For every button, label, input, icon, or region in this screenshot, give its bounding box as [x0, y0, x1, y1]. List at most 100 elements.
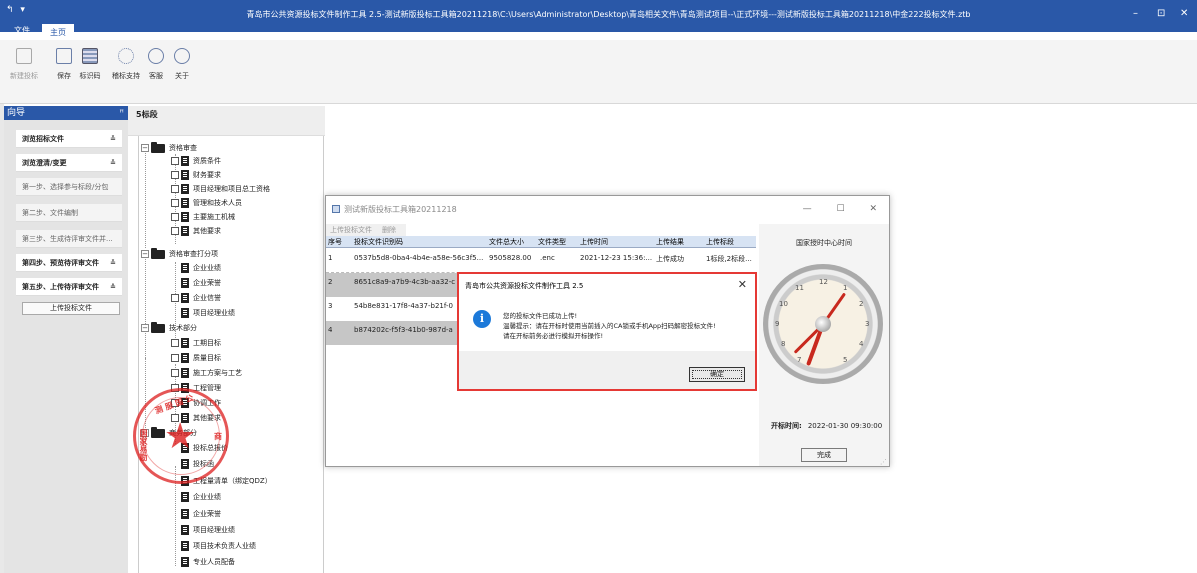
guide-panel: 向导 ꟸ 浏览招标文件 ≚ 浏览澄清/变更 ≚ 第一步、选择参与标段/分包 第二… — [4, 106, 128, 573]
tree-item-label: 专业人员配备 — [193, 558, 235, 566]
guide-item-label: 第四步、预览待评审文件 — [22, 259, 99, 267]
minimize-button[interactable]: – — [1133, 8, 1138, 19]
tree-item[interactable]: 企业荣誉 — [181, 277, 221, 290]
checkbox[interactable] — [171, 157, 179, 165]
column-header[interactable]: 上传标段 — [706, 236, 734, 248]
table-row[interactable]: 1 0537b5d8-0ba4-4b4e-a58e-56c3f5... 9505… — [326, 249, 756, 273]
guide-item-step3[interactable]: 第三步、生成待评审文件并... — [16, 230, 122, 248]
tree-item[interactable]: 质量目标 — [171, 352, 221, 365]
upload-bid-file-button[interactable]: 上传投标文件 — [22, 302, 120, 315]
delete-button[interactable]: 删除 — [372, 224, 406, 236]
tree-group-qualification[interactable]: − 资格审查 — [141, 141, 197, 155]
tree-group-technical[interactable]: − 技术部分 — [141, 321, 197, 335]
checkbox[interactable] — [171, 339, 179, 347]
checkbox[interactable] — [171, 354, 179, 362]
window-title: 青岛市公共资源投标文件制作工具 2.5-测试新版投标工具箱20211218\C:… — [246, 10, 971, 19]
checkbox[interactable] — [171, 227, 179, 235]
message-body: i 您的投标文件已成功上传! 温馨提示：请在开标时使用当前插入的CA锁或手机Ap… — [459, 296, 755, 351]
tree-group-scoring[interactable]: − 资格审查打分项 — [141, 247, 218, 261]
guide-item-step4[interactable]: 第四步、预览待评审文件 ≚ — [16, 254, 122, 272]
about-label: 关于 — [175, 72, 189, 80]
cell-no: 4 — [328, 326, 333, 334]
save-icon — [56, 48, 72, 64]
message-line: 温馨提示：请在开标时使用当前插入的CA锁或手机App扫码解密投标文件! — [503, 322, 716, 330]
guide-item-step5[interactable]: 第五步、上传待评审文件 ≙ — [16, 278, 122, 296]
grid-header: 序号 投标文件识别码 文件总大小 文件类型 上传时间 上传结果 上传标段 — [326, 236, 756, 248]
done-button[interactable]: 完成 — [801, 448, 847, 462]
tree-item[interactable]: 企业业绩 — [181, 491, 221, 504]
column-header[interactable]: 上传时间 — [580, 236, 608, 248]
tab-file[interactable]: 文件 — [6, 22, 38, 40]
document-icon — [181, 263, 189, 273]
column-header[interactable]: 投标文件识别码 — [354, 236, 403, 248]
clock-number: 7 — [797, 356, 802, 364]
tree-item[interactable]: 项目经理业绩 — [181, 524, 235, 537]
collapse-toggle[interactable]: − — [141, 144, 149, 152]
bulb-icon — [118, 48, 134, 64]
column-header[interactable]: 上传结果 — [656, 236, 684, 248]
guide-item-step2[interactable]: 第二步、文件编制 — [16, 204, 122, 222]
tree-item[interactable]: 财务要求 — [171, 169, 221, 182]
document-icon — [181, 212, 189, 222]
info-icon — [174, 48, 190, 64]
document-icon — [181, 368, 189, 378]
tree-item[interactable]: 其他要求 — [171, 225, 221, 238]
close-button[interactable]: ✕ — [869, 204, 877, 214]
time-panel: 国家授时中心时间 12 1 2 3 4 5 7 8 9 10 11 开标时间: 2… — [759, 224, 889, 466]
guide-item-view-clarification[interactable]: 浏览澄清/变更 ≚ — [16, 154, 122, 172]
close-icon[interactable]: ✕ — [738, 278, 747, 291]
tree-item[interactable]: 项目经理和项目总工资格 — [171, 183, 270, 196]
id-code-button[interactable]: 标识码 — [72, 48, 108, 81]
upload-window-title: 测试新版投标工具箱20211218 — [344, 205, 457, 214]
checkbox[interactable] — [171, 185, 179, 193]
guide-item-step1[interactable]: 第一步、选择参与标段/分包 — [16, 178, 122, 196]
tree-item[interactable]: 项目经理业绩 — [181, 307, 235, 320]
tree-item[interactable]: 企业业绩 — [181, 262, 221, 275]
guide-item-label: 第三步、生成待评审文件并... — [22, 235, 113, 243]
document-icon — [181, 338, 189, 348]
collapse-toggle[interactable]: − — [141, 250, 149, 258]
checkbox[interactable] — [171, 369, 179, 377]
cell-sections: 1标段,2标段... — [706, 255, 752, 263]
tree-item[interactable]: 企业荣誉 — [181, 508, 221, 521]
document-icon — [181, 492, 189, 502]
tab-home[interactable]: 主页 — [42, 22, 74, 40]
maximize-button[interactable]: ⊡ — [1157, 8, 1165, 19]
column-header[interactable]: 序号 — [328, 236, 342, 248]
tree-item[interactable]: 资质条件 — [171, 155, 221, 168]
column-header[interactable]: 文件类型 — [538, 236, 566, 248]
guide-item-view-tender[interactable]: 浏览招标文件 ≚ — [16, 130, 122, 148]
checkbox[interactable] — [171, 199, 179, 207]
checkbox[interactable] — [171, 294, 179, 302]
tree-item-label: 工程量清单（绑定QDZ） — [193, 477, 272, 485]
cell-no: 1 — [328, 254, 333, 262]
checkbox[interactable] — [171, 213, 179, 221]
cell-no: 2 — [328, 278, 333, 286]
upload-file-button[interactable]: 上传投标文件 — [326, 224, 376, 236]
tree-item[interactable]: 专业人员配备 — [181, 556, 235, 569]
tree-item[interactable]: 企业信誉 — [171, 292, 221, 305]
ok-button[interactable]: 确定 — [689, 367, 745, 382]
about-button[interactable]: 关于 — [164, 48, 200, 81]
resize-grip-icon[interactable]: ⋰ — [880, 458, 887, 466]
minimize-button[interactable]: — — [803, 204, 812, 214]
tree-item[interactable]: 主要施工机械 — [171, 211, 235, 224]
tree-item-label: 企业业绩 — [193, 264, 221, 272]
tree-item-label: 施工方案与工艺 — [193, 369, 242, 377]
maximize-button[interactable]: ☐ — [837, 204, 845, 214]
close-button[interactable]: ✕ — [1180, 8, 1188, 19]
pin-icon[interactable]: ꟸ — [119, 106, 124, 120]
tree-item[interactable]: 项目技术负责人业绩 — [181, 540, 256, 553]
new-bid-button[interactable]: 新建投标 — [6, 48, 42, 81]
column-header[interactable]: 文件总大小 — [489, 236, 524, 248]
clock-number: 10 — [779, 300, 788, 308]
checkbox[interactable] — [171, 171, 179, 179]
tree-item[interactable]: 施工方案与工艺 — [171, 367, 242, 380]
tree-item[interactable]: 管理和技术人员 — [171, 197, 242, 210]
tree-group-label: 资格审查 — [169, 144, 197, 152]
tree-item[interactable]: 工期目标 — [171, 337, 221, 350]
collapse-toggle[interactable]: − — [141, 324, 149, 332]
system-menu-icon[interactable]: ↰ ▾ — [6, 5, 27, 15]
cell-result: 上传成功 — [656, 255, 684, 263]
bid-open-time: 开标时间: 2022-01-30 09:30:00 — [771, 421, 882, 431]
